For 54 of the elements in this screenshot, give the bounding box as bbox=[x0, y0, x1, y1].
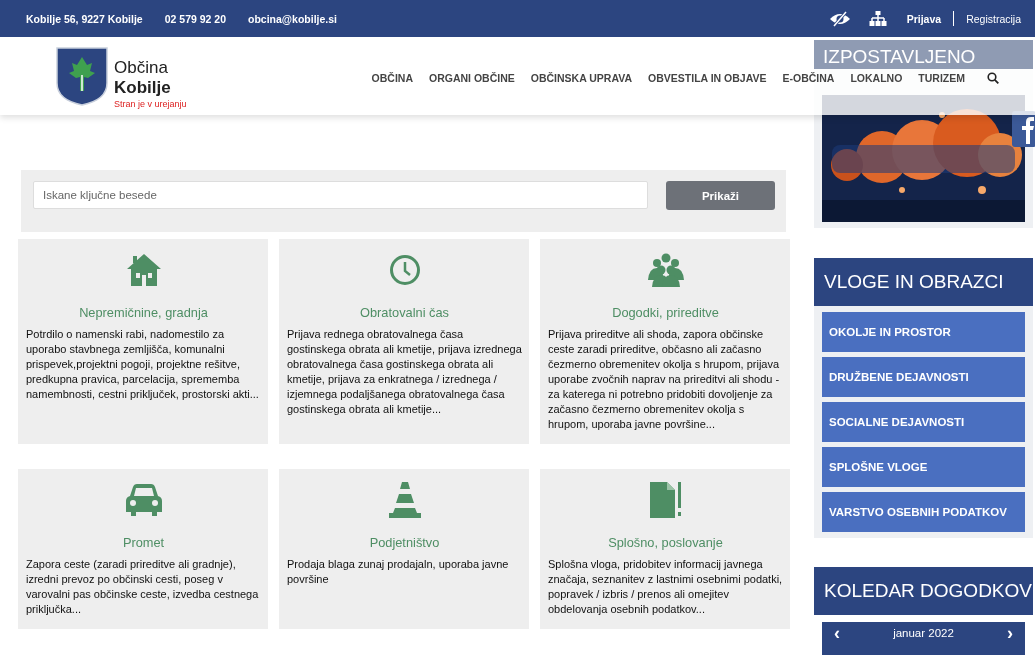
card-description: Splošna vloga, pridobitev informacij javnega značaja, seznanitev z lastnimi osebnimi podatki, popravek / izbris / prenos ali omejitev obdelovanja osebnih podatkov... bbox=[548, 557, 783, 617]
panel-heading: KOLEDAR DOGODKOV bbox=[814, 567, 1033, 615]
card-description: Prodaja blaga zunaj prodajaln, uporaba javne površine bbox=[287, 557, 510, 587]
topic-card[interactable] bbox=[540, 239, 790, 444]
nav-link[interactable]: ORGANI OBČINE bbox=[428, 72, 515, 84]
form-category-link[interactable]: OKOLJE IN PROSTOR bbox=[822, 312, 1025, 352]
nav-link[interactable]: OBČINSKA UPRAVA bbox=[530, 72, 633, 84]
card-title[interactable]: Obratovalni čas bbox=[287, 305, 522, 320]
card-title[interactable]: Splošno, poslovanje bbox=[548, 535, 783, 550]
panel-heading: IZPOSTAVLJENO bbox=[814, 40, 1033, 69]
nav-link[interactable]: LOKALNO bbox=[850, 72, 903, 84]
traffic-cone-icon bbox=[387, 481, 422, 519]
card-title[interactable]: Dogodki, prireditve bbox=[548, 305, 783, 320]
search-icon[interactable] bbox=[987, 72, 999, 84]
keyword-search-field[interactable]: Iskane ključne besede bbox=[33, 181, 648, 209]
calendar-month: januar 2022 bbox=[892, 626, 955, 640]
form-category-link[interactable]: SOCIALNE DEJAVNOSTI bbox=[822, 402, 1025, 442]
panel-heading: VLOGE IN OBRAZCI bbox=[814, 258, 1033, 306]
card-description: Zapora ceste (zaradi prireditve ali gradnje), izredni prevoz po občinski cesti, poseg v varovalni pas občinske ceste, izvedba cestnega priključka... bbox=[26, 557, 260, 617]
email-link[interactable]: obcina@kobilje.si bbox=[248, 12, 338, 25]
show-button[interactable]: Prikaži bbox=[666, 181, 775, 210]
login-link[interactable]: Prijava bbox=[906, 12, 942, 25]
nav-link[interactable]: TURIZEM bbox=[918, 72, 965, 84]
form-category-link[interactable]: SPLOŠNE VLOGE bbox=[822, 447, 1025, 487]
card-description: Potrdilo o namenski rabi, nadomestilo za uporabo stavbnega zemljišča, komunalni prispevek,projektni pogoji, projektne rešitve, predkupna pravica, parcelacija, sprememba namembnosti, cestni priključek, prostorski akti... bbox=[26, 327, 260, 402]
address-text: Kobilje 56, 9227 Kobilje bbox=[26, 12, 143, 25]
site-notice: Stran je v urejanju bbox=[114, 98, 187, 109]
people-group-icon bbox=[646, 253, 685, 287]
form-category-link[interactable]: VARSTVO OSEBNIH PODATKOV bbox=[822, 492, 1025, 532]
shield-leaf-logo[interactable] bbox=[54, 45, 110, 107]
document-alert-icon bbox=[648, 481, 683, 519]
register-link[interactable]: Registracija bbox=[966, 12, 1021, 25]
topic-card[interactable]: Promet Zapora ceste (zaradi prireditve ali gradnje), izredni prevoz po občinski cesti, poseg v varovalni pas občinske ceste, izvedba cestnega priključka... bbox=[18, 469, 268, 629]
sitemap-icon[interactable] bbox=[868, 10, 887, 27]
car-icon bbox=[124, 483, 163, 517]
next-month-button[interactable]: › bbox=[1007, 626, 1013, 640]
house-icon bbox=[125, 253, 162, 287]
card-description: Prijava prireditve ali shoda, zapora občinske ceste zaradi prireditve, občasno ali začasno čezmerno obremenitev okolja s hrupom, prijava uporabe zvočnih naprav na prireditvi ali shodu - za katerega ni potrebno pridobiti dovoljenje za začasno čezmerno obremenitev okolja s hrupom, uporaba javne površine... bbox=[548, 327, 781, 432]
topic-card[interactable] bbox=[279, 239, 529, 444]
form-category-link[interactable]: DRUŽBENE DEJAVNOSTI bbox=[822, 357, 1025, 397]
clock-icon bbox=[388, 254, 421, 286]
municipality-name: Kobilje bbox=[114, 77, 172, 98]
card-title[interactable]: Promet bbox=[26, 535, 261, 550]
nav-link[interactable]: E-OBČINA bbox=[782, 72, 835, 84]
municipality-name: Občina bbox=[114, 57, 169, 78]
nav-link[interactable]: OBVESTILA IN OBJAVE bbox=[648, 72, 767, 84]
accessibility-eye-icon[interactable] bbox=[828, 10, 851, 27]
topic-card[interactable] bbox=[18, 239, 268, 444]
previous-month-button[interactable]: ‹ bbox=[834, 626, 840, 640]
nav-link[interactable]: OBČINA bbox=[371, 72, 413, 84]
card-description: Prijava rednega obratovalnega časa gostinskega obrata ali kmetije, prijava izrednega obratovalnega časa gostinskega obrata ali kmetije, prijava za enkratnega / izrednega / izjemnega podaljšanega obratovalnega časa gostinskega obrata ali kmetije... bbox=[287, 327, 522, 417]
topic-card[interactable]: Splošno, poslovanje Splošna vloga, pridobitev informacij javnega značaja, seznanitev z lastnimi osebnimi podatki, popravek / izbris / prenos ali omejitev obdelovanja osebnih podatkov... bbox=[540, 469, 790, 629]
topic-card[interactable]: Podjetništvo Prodaja blaga zunaj prodajaln, uporaba javne površine bbox=[279, 469, 529, 629]
phone-text: 02 579 92 20 bbox=[164, 12, 227, 25]
